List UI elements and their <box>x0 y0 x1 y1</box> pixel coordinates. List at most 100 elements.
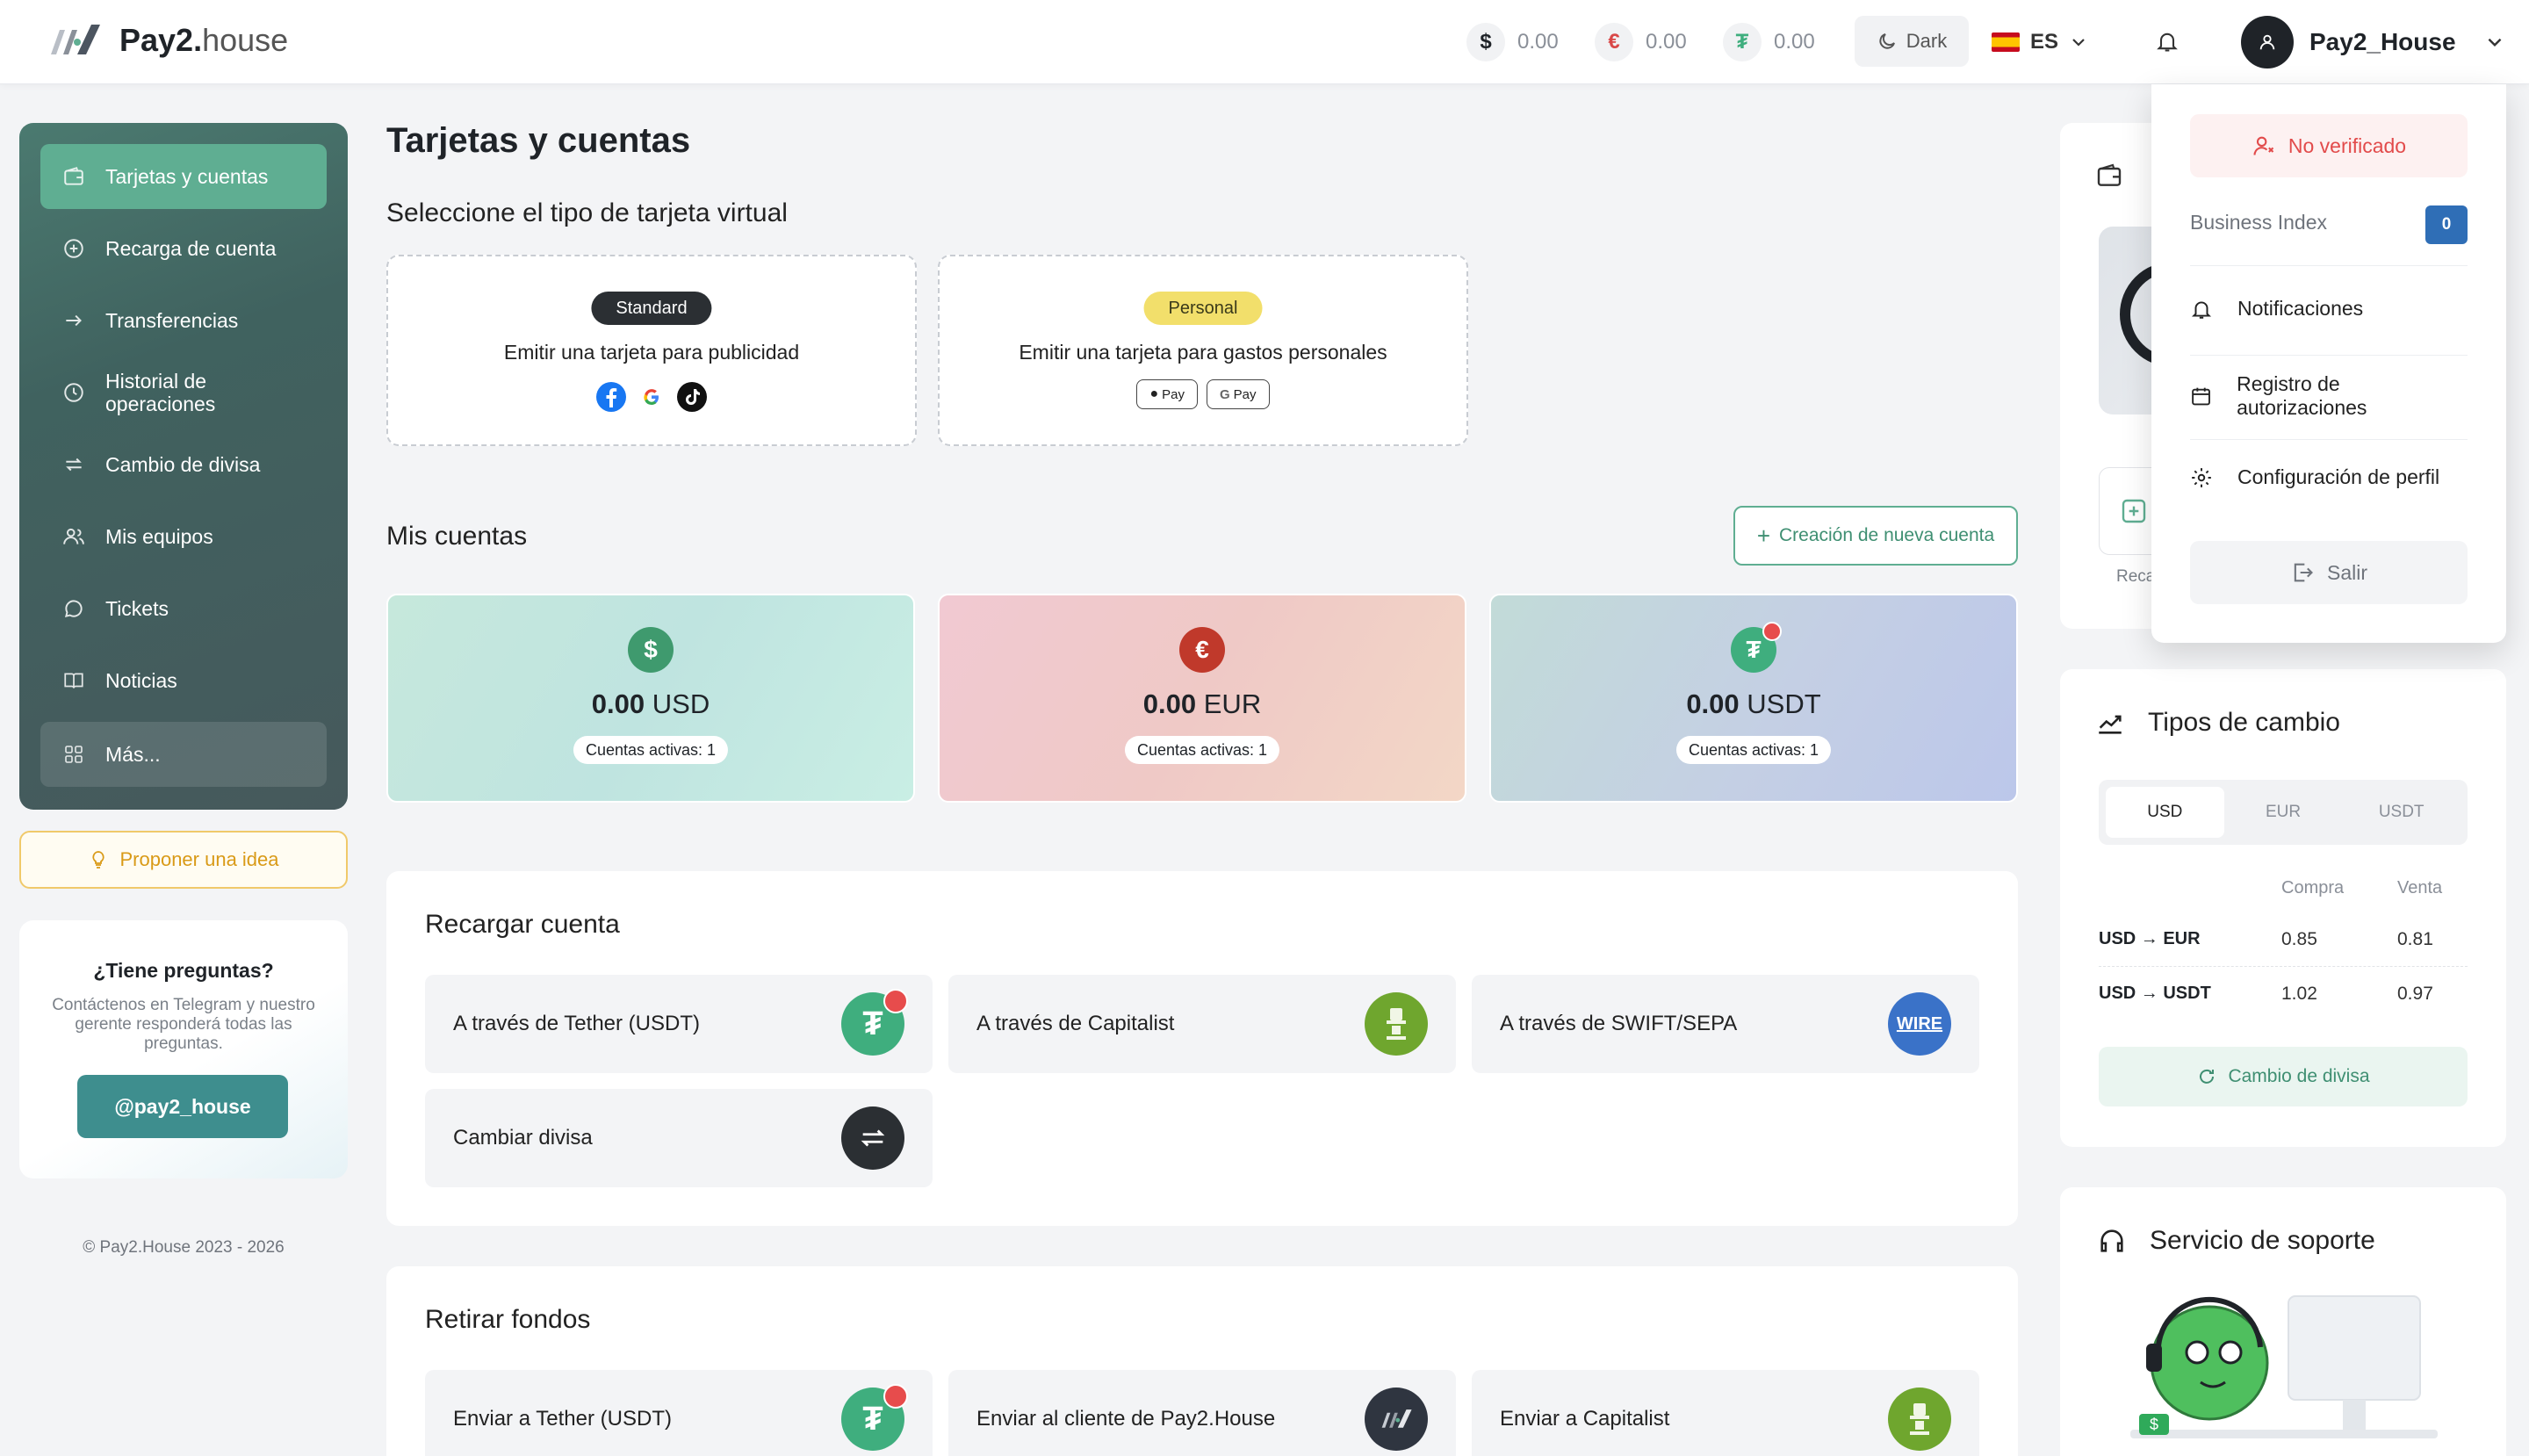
facebook-icon <box>596 382 626 412</box>
logo-icon[interactable] <box>46 21 104 60</box>
wallet-icon <box>61 164 86 189</box>
topup-shortcut-label: Reca <box>2116 567 2156 586</box>
topup-tether-option[interactable]: A través de Tether (USDT) ₮ <box>425 975 933 1073</box>
menu-item-profile-settings[interactable]: Configuración de perfil <box>2190 465 2468 489</box>
plus-square-icon <box>2122 499 2146 523</box>
currency-tabs: USD EUR USDT <box>2099 780 2468 845</box>
rate-sell: 0.97 <box>2397 984 2433 1004</box>
rate-buy: 1.02 <box>2281 984 2317 1004</box>
faq-text: Contáctenos en Telegram y nuestro gerent… <box>52 996 315 1053</box>
trend-up-icon <box>2099 715 2122 734</box>
withdraw-pay2house-option[interactable]: Enviar al cliente de Pay2.House <box>948 1370 1456 1456</box>
tab-usd[interactable]: USD <box>2106 787 2224 838</box>
google-icon <box>637 382 666 412</box>
standard-badge: Standard <box>591 292 712 325</box>
user-x-icon <box>2253 136 2274 155</box>
logout-icon <box>2294 563 2313 582</box>
menu-divider <box>2190 265 2468 266</box>
app-name[interactable]: Pay2.house <box>119 21 288 60</box>
business-index-label: Business Index <box>2190 211 2327 234</box>
google-pay-icon: G Pay <box>1207 379 1270 409</box>
notifications-button[interactable] <box>2143 16 2192 67</box>
sidebar-item-cards[interactable]: Tarjetas y cuentas <box>40 144 327 209</box>
faq-title: ¿Tiene preguntas? <box>93 959 274 982</box>
tab-usdt[interactable]: USDT <box>2342 787 2461 838</box>
svg-text:$: $ <box>2150 1416 2158 1433</box>
menu-divider <box>2190 355 2468 356</box>
sidebar-item-teams[interactable]: Mis equipos <box>40 504 327 569</box>
avatar <box>2241 16 2294 68</box>
create-account-button[interactable]: + Creación de nueva cuenta <box>1733 506 2018 566</box>
usdt-balance[interactable]: ₮ 0.00 <box>1723 23 1815 61</box>
plus-circle-icon <box>61 236 86 261</box>
sidebar-item-news[interactable]: Noticias <box>40 648 327 713</box>
logout-button[interactable]: Salir <box>2190 541 2468 604</box>
users-icon <box>61 524 86 549</box>
menu-divider <box>2190 439 2468 440</box>
user-menu-button[interactable]: Pay2_House <box>2241 0 2506 84</box>
active-accounts-badge: Cuentas activas: 1 <box>573 736 729 764</box>
topup-change-currency-option[interactable]: Cambiar divisa <box>425 1089 933 1187</box>
usd-account-card[interactable]: $ 0.00 USD Cuentas activas: 1 <box>386 594 915 803</box>
sell-column-header: Venta <box>2397 878 2443 897</box>
capitalist-icon <box>1888 1388 1951 1451</box>
support-card: Servicio de soporte $ <box>2060 1187 2506 1456</box>
sidebar-item-history[interactable]: Historial de operaciones <box>40 360 327 425</box>
lightbulb-icon <box>92 851 105 869</box>
rate-buy: 0.85 <box>2281 929 2317 949</box>
sidebar-item-tickets[interactable]: Tickets <box>40 576 327 641</box>
menu-item-notifications[interactable]: Notificaciones <box>2190 297 2468 321</box>
copyright: © Pay2.House 2023 - 2026 <box>83 1238 285 1257</box>
telegram-contact-button[interactable]: @pay2_house <box>77 1075 288 1138</box>
chat-icon <box>61 596 86 621</box>
user-icon <box>2259 34 2275 50</box>
topup-capitalist-option[interactable]: A través de Capitalist <box>948 975 1456 1073</box>
sidebar-item-topup[interactable]: Recarga de cuenta <box>40 216 327 281</box>
arrow-right-icon <box>61 308 86 333</box>
exchange-rates-card: Tipos de cambio USD EUR USDT Compra Vent… <box>2060 669 2506 1147</box>
theme-toggle-button[interactable]: Dark <box>1855 16 1969 67</box>
menu-item-authorization-log[interactable]: Registro de autorizaciones <box>2190 372 2468 420</box>
euro-icon: € <box>1595 23 1633 61</box>
active-accounts-badge: Cuentas activas: 1 <box>1675 736 1832 764</box>
usdt-account-card[interactable]: ₮ 0.00 USDT Cuentas activas: 1 <box>1489 594 2018 803</box>
refresh-icon <box>2200 1069 2215 1084</box>
capitalist-icon <box>1365 992 1428 1056</box>
rate-divider <box>2099 966 2468 967</box>
personal-card-option[interactable]: Personal Emitir una tarjeta para gastos … <box>938 255 1468 446</box>
verification-status-button[interactable]: No verificado <box>2190 114 2468 177</box>
bell-icon <box>2157 32 2178 52</box>
rate-pair: USD → EUR <box>2099 929 2201 948</box>
sidebar-item-more[interactable]: Más... <box>40 722 327 787</box>
topup-panel: Recargar cuenta A través de Tether (USDT… <box>386 871 2018 1226</box>
chevron-down-icon <box>2488 38 2501 47</box>
topup-title: Recargar cuenta <box>425 910 620 939</box>
sidebar-item-transfers[interactable]: Transferencias <box>40 288 327 353</box>
eur-account-card[interactable]: € 0.00 EUR Cuentas activas: 1 <box>938 594 1466 803</box>
tether-icon: ₮ <box>1723 23 1762 61</box>
sidebar-item-exchange[interactable]: Cambio de divisa <box>40 432 327 497</box>
user-dropdown-menu: No verificado Business Index 0 Notificac… <box>2151 84 2506 643</box>
buy-column-header: Compra <box>2281 878 2345 897</box>
chevron-down-icon <box>2072 39 2085 47</box>
eur-balance[interactable]: € 0.00 <box>1595 23 1687 61</box>
standard-card-option[interactable]: Standard Emitir una tarjeta para publici… <box>386 255 917 446</box>
virtual-card-section-title: Seleccione el tipo de tarjeta virtual <box>386 198 788 227</box>
propose-idea-button[interactable]: Proponer una idea <box>19 831 348 889</box>
grid-icon <box>61 742 86 767</box>
topup-swift-sepa-option[interactable]: A través de SWIFT/SEPA WIRE <box>1472 975 1979 1073</box>
withdraw-capitalist-option[interactable]: Enviar a Capitalist <box>1472 1370 1979 1456</box>
usd-balance[interactable]: $ 0.00 <box>1466 23 1559 61</box>
business-index-badge: 0 <box>2425 205 2468 244</box>
withdraw-panel: Retirar fondos Enviar a Tether (USDT) ₮ … <box>386 1266 2018 1456</box>
withdraw-tether-option[interactable]: Enviar a Tether (USDT) ₮ <box>425 1370 933 1456</box>
spain-flag-icon <box>1992 32 2020 52</box>
dollar-icon: $ <box>628 627 674 673</box>
calendar-icon <box>2192 387 2210 406</box>
currency-exchange-button[interactable]: Cambio de divisa <box>2099 1047 2468 1106</box>
tab-eur[interactable]: EUR <box>2224 787 2343 838</box>
personal-badge: Personal <box>1143 292 1263 325</box>
rate-pair: USD → USDT <box>2099 984 2211 1003</box>
language-selector[interactable]: ES <box>1992 23 2088 61</box>
bell-icon <box>2191 300 2212 319</box>
